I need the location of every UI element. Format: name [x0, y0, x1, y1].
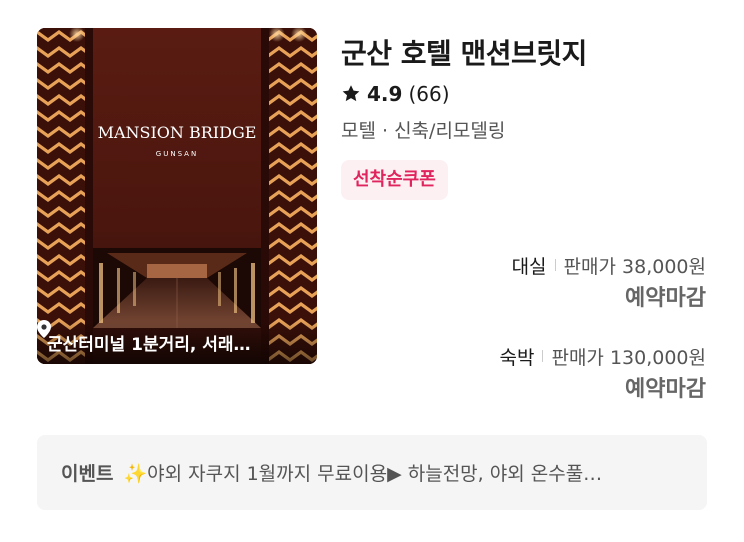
room-type-label: 숙박: [499, 346, 535, 369]
event-banner[interactable]: 이벤트 ✨야외 자쿠지 1월까지 무료이용▶ 하늘전망, 야외 온수풀…: [37, 435, 707, 510]
coupon-badge[interactable]: 선착순쿠폰: [341, 160, 448, 200]
location-overlay: 군산터미널 1분거리, 서래…: [37, 320, 317, 364]
map-pin-icon: [37, 320, 51, 338]
category-label: 모텔 · 신축/리모델링: [341, 120, 506, 142]
room-price-overnight[interactable]: 숙박 판매가 130,000원 예약마감: [346, 341, 707, 407]
hotel-thumbnail[interactable]: MANSION BRIDGE GUNSAN 군산터미널 1분거리, 서래…: [37, 28, 317, 364]
sign-sub: GUNSAN: [156, 150, 198, 158]
reservation-status: 예약마감: [625, 377, 706, 402]
hotel-title[interactable]: 군산 호텔 맨션브릿지: [341, 34, 711, 74]
listing-card[interactable]: MANSION BRIDGE GUNSAN 군산터미널 1분거리, 서래… 군산…: [0, 0, 744, 542]
event-label: 이벤트: [61, 463, 114, 485]
room-price: 판매가 130,000원: [551, 346, 706, 369]
listing-info: 군산 호텔 맨션브릿지 4.9 (66) 모텔 · 신축/리모델링 선착순쿠폰: [341, 34, 711, 200]
sign-main: MANSION BRIDGE: [98, 123, 257, 142]
divider: [554, 259, 556, 271]
reservation-status: 예약마감: [625, 286, 706, 311]
hotel-facade-image: MANSION BRIDGE GUNSAN: [37, 28, 317, 364]
rating-score: 4.9: [367, 82, 403, 106]
star-icon: [342, 85, 360, 102]
room-price-dayuse[interactable]: 대실 판매가 38,000원 예약마감: [346, 250, 706, 316]
room-price: 판매가 38,000원: [563, 255, 706, 278]
location-text: 군산터미널 1분거리, 서래…: [47, 334, 251, 355]
event-text: ✨야외 자쿠지 1월까지 무료이용▶ 하늘전망, 야외 온수풀…: [123, 463, 603, 485]
room-type-label: 대실: [511, 255, 547, 278]
rating: 4.9 (66): [341, 80, 711, 108]
divider: [542, 350, 544, 362]
review-count: (66): [408, 82, 450, 106]
